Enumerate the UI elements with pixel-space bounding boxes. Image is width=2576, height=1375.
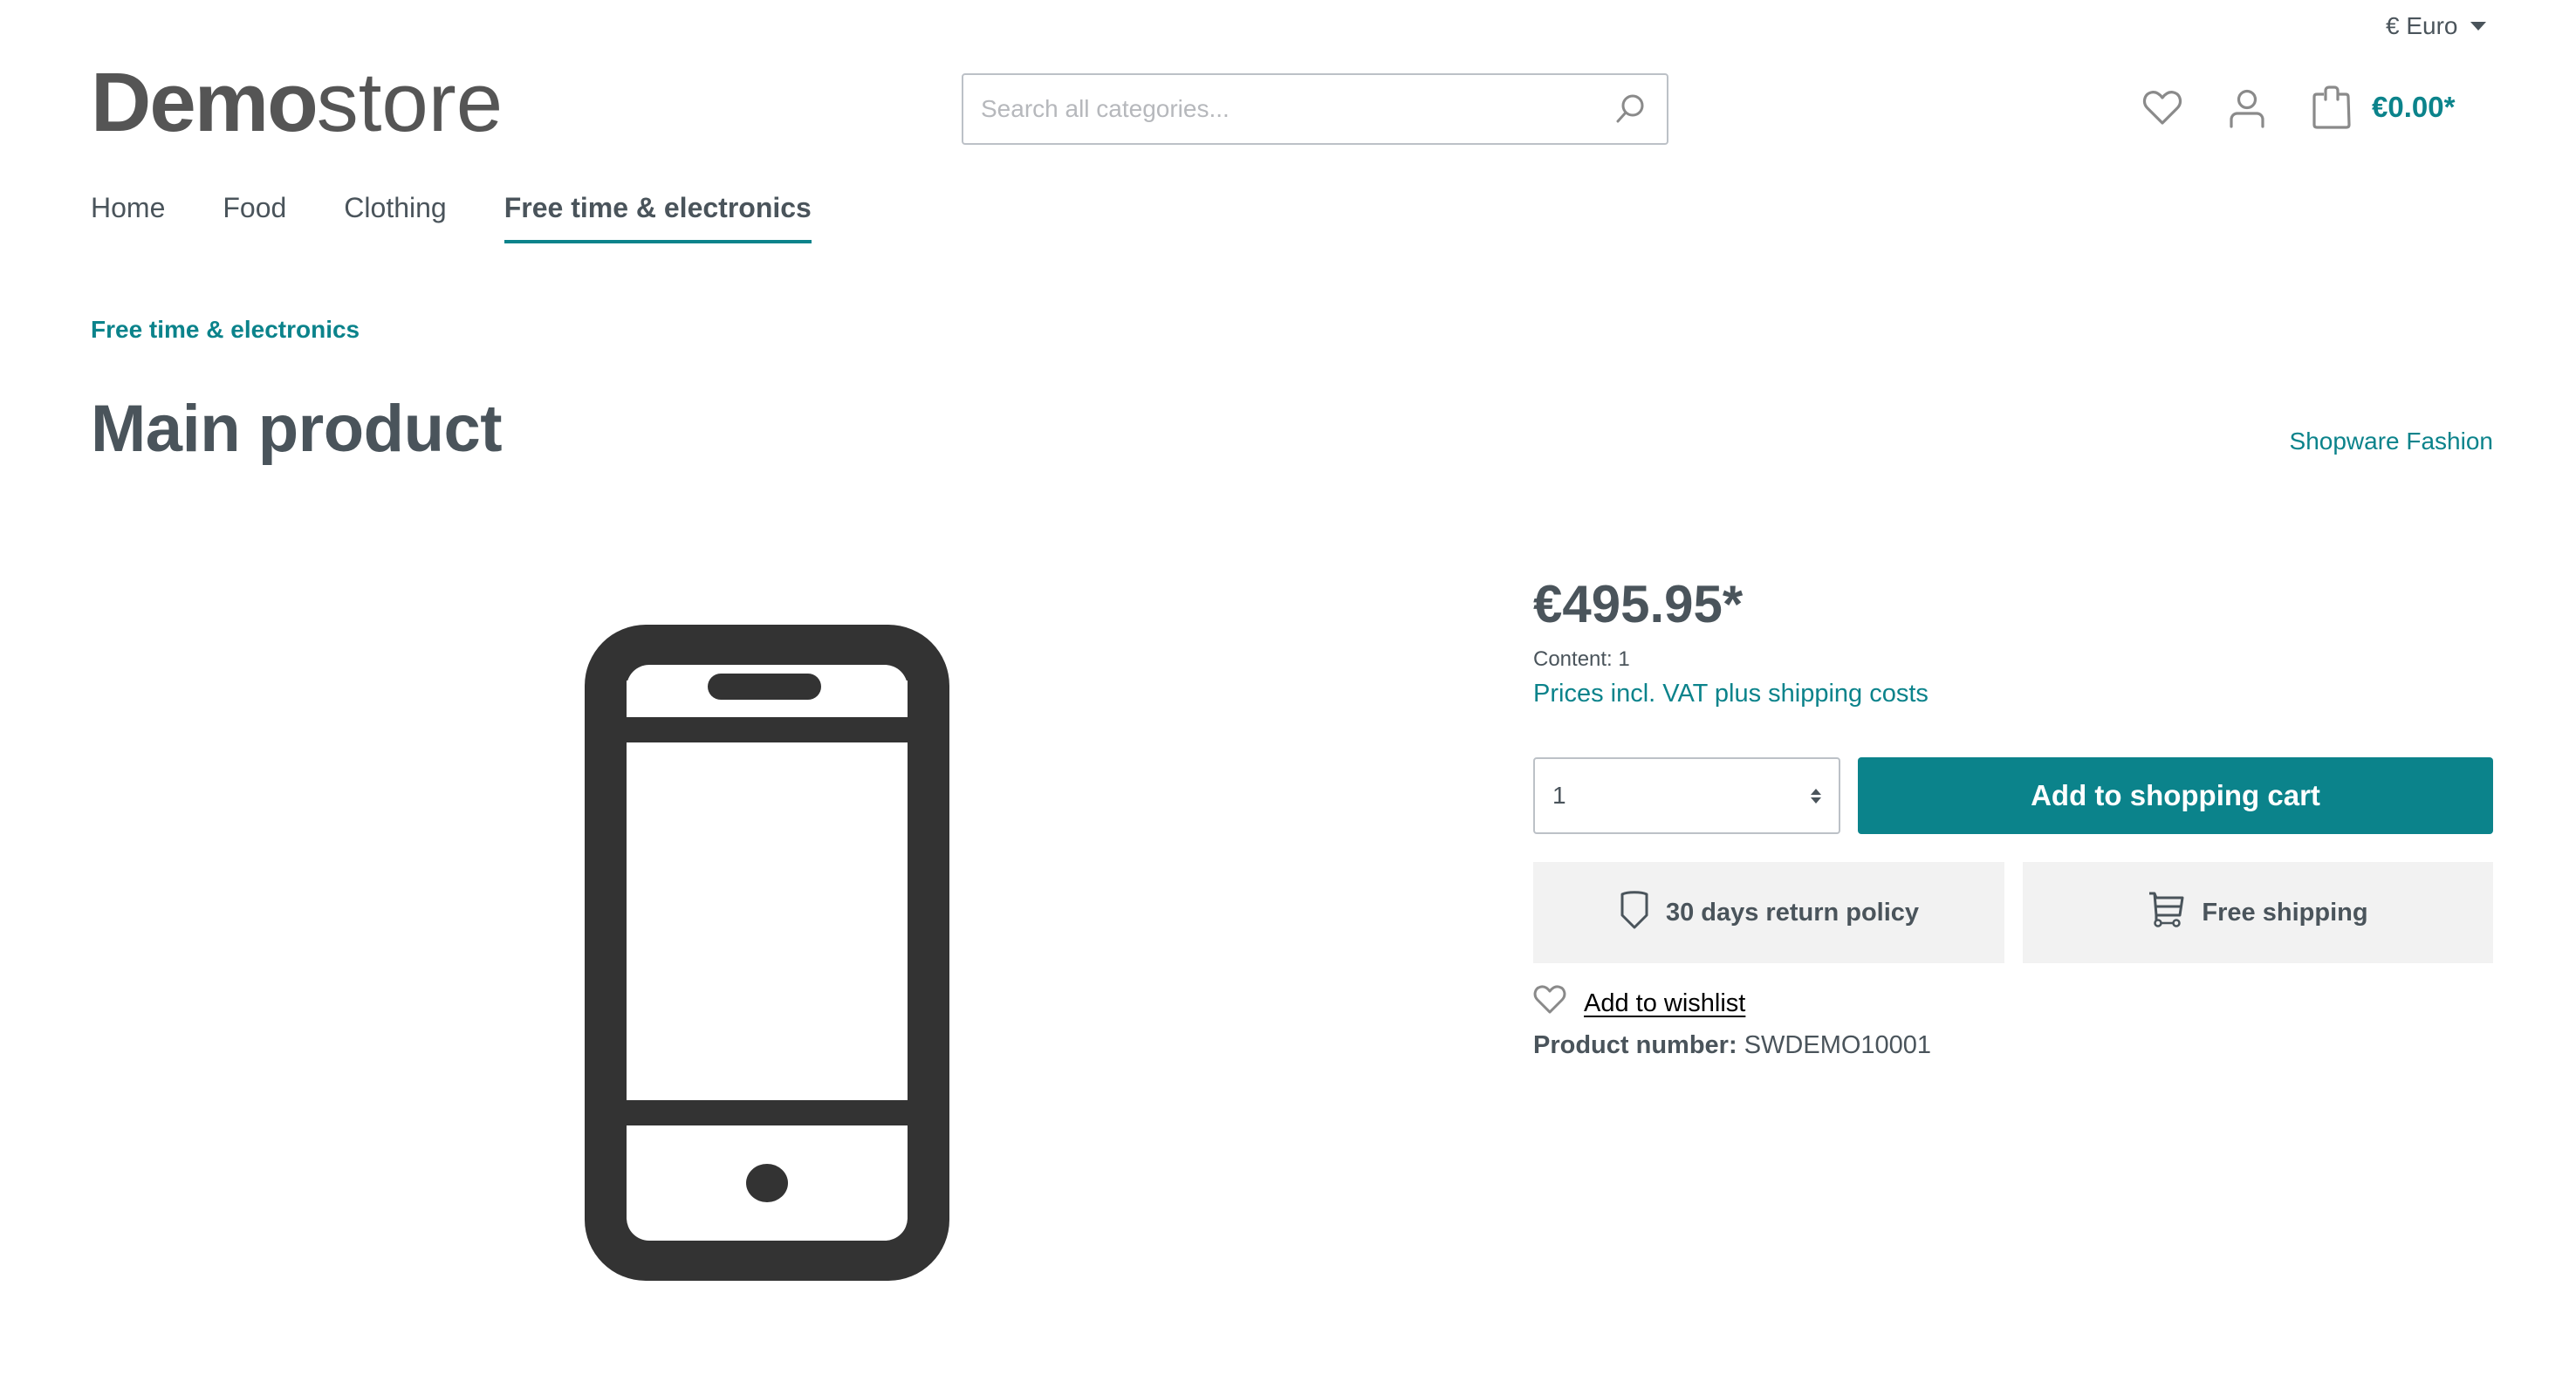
- shield-icon: [1619, 889, 1650, 936]
- product-content: Content: 1: [1533, 647, 1630, 671]
- product-title: Main product: [91, 392, 503, 466]
- product-number-value: SWDEMO10001: [1744, 1031, 1932, 1059]
- perk-free-shipping: Free shipping: [2023, 862, 2493, 963]
- perk-label: Free shipping: [2202, 898, 2368, 927]
- main-navigation: Home Food Clothing Free time & electroni…: [91, 192, 812, 243]
- add-to-wishlist-link[interactable]: Add to wishlist: [1533, 984, 1745, 1023]
- wishlist-label: Add to wishlist: [1584, 988, 1746, 1017]
- product-number-label: Product number:: [1533, 1031, 1737, 1059]
- search-box: [962, 73, 1668, 145]
- perk-label: 30 days return policy: [1665, 898, 1920, 927]
- heart-icon: [2142, 90, 2182, 131]
- logo-light: store: [316, 56, 504, 149]
- nav-item-home[interactable]: Home: [91, 192, 165, 243]
- breadcrumb-item[interactable]: Free time & electronics: [91, 316, 360, 344]
- account-button[interactable]: [2225, 87, 2269, 133]
- logo-bold: Demo: [91, 56, 319, 149]
- quantity-value: 1: [1552, 782, 1566, 809]
- product-price: €495.95*: [1533, 575, 1744, 633]
- currency-label: € Euro: [2386, 12, 2458, 39]
- nav-item-clothing[interactable]: Clothing: [344, 192, 446, 243]
- select-arrows-icon: [1811, 788, 1821, 804]
- user-icon: [2228, 88, 2266, 133]
- heart-icon: [1533, 984, 1566, 1023]
- store-logo[interactable]: Demostore: [91, 61, 503, 145]
- vat-shipping-link[interactable]: Prices incl. VAT plus shipping costs: [1533, 680, 1929, 708]
- caret-down-icon: [2470, 22, 2486, 31]
- cart-button[interactable]: [2310, 84, 2353, 134]
- add-to-cart-button[interactable]: Add to shopping cart: [1858, 757, 2493, 834]
- wishlist-button[interactable]: [2141, 87, 2184, 133]
- manufacturer-link[interactable]: Shopware Fashion: [2290, 428, 2493, 455]
- product-number: Product number: SWDEMO10001: [1533, 1031, 1931, 1060]
- search-icon[interactable]: [1611, 90, 1649, 128]
- search-input[interactable]: [981, 95, 1611, 123]
- nav-item-food[interactable]: Food: [223, 192, 286, 243]
- cart-total[interactable]: €0.00*: [2372, 91, 2455, 124]
- quantity-select[interactable]: 1: [1533, 757, 1840, 834]
- nav-item-free-time-electronics[interactable]: Free time & electronics: [504, 192, 812, 243]
- shopping-bag-icon: [2312, 85, 2352, 133]
- currency-switcher[interactable]: € Euro: [2386, 12, 2486, 40]
- cart-icon: [2148, 891, 2186, 934]
- smartphone-icon: [585, 625, 949, 1281]
- perk-return-policy: 30 days return policy: [1533, 862, 2004, 963]
- product-image[interactable]: [564, 611, 983, 1295]
